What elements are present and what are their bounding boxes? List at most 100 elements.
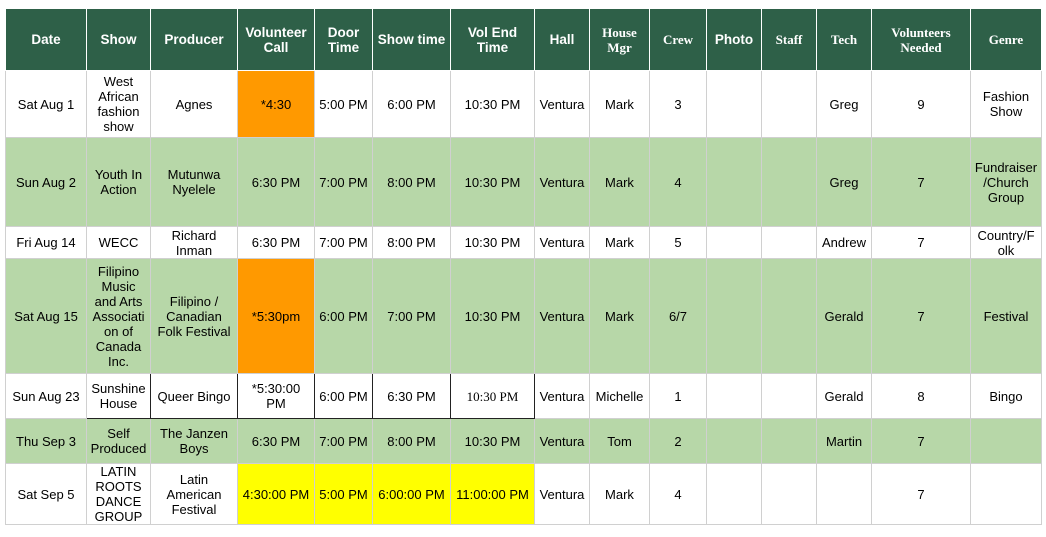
header-genre[interactable]: Genre [970, 8, 1042, 71]
cell-volunteers-needed[interactable]: 9 [871, 70, 971, 138]
cell-producer[interactable]: Queer Bingo [150, 373, 238, 419]
cell-show[interactable]: Youth In Action [86, 137, 151, 227]
cell-show[interactable]: West African fashion show [86, 70, 151, 138]
header-house-mgr[interactable]: House Mgr [589, 8, 650, 71]
cell-hall[interactable]: Ventura [534, 258, 590, 374]
cell-volunteers-needed[interactable]: 7 [871, 258, 971, 374]
cell-tech[interactable]: Greg [816, 137, 872, 227]
header-volunteer-call[interactable]: Volunteer Call [237, 8, 315, 71]
cell-genre[interactable]: Fashion Show [970, 70, 1042, 138]
cell-show-time[interactable]: 6:00 PM [372, 70, 451, 138]
cell-staff[interactable] [761, 463, 817, 525]
cell-vol-end-time[interactable]: 10:30 PM [450, 258, 535, 374]
cell-crew[interactable]: 1 [649, 373, 707, 419]
cell-volunteer-call[interactable]: 6:30 PM [237, 137, 315, 227]
cell-show[interactable]: WECC [86, 226, 151, 259]
cell-vol-end-time[interactable]: 10:30 PM [450, 373, 535, 419]
cell-photo[interactable] [706, 463, 762, 525]
cell-volunteers-needed[interactable]: 7 [871, 463, 971, 525]
cell-tech[interactable]: Andrew [816, 226, 872, 259]
cell-date[interactable]: Sat Aug 1 [5, 70, 87, 138]
cell-tech[interactable]: Gerald [816, 258, 872, 374]
cell-show-time[interactable]: 7:00 PM [372, 258, 451, 374]
cell-crew[interactable]: 4 [649, 137, 707, 227]
cell-volunteer-call[interactable]: 4:30:00 PM [237, 463, 315, 525]
cell-show-time[interactable]: 8:00 PM [372, 226, 451, 259]
cell-date[interactable]: Thu Sep 3 [5, 418, 87, 464]
header-producer[interactable]: Producer [150, 8, 238, 71]
cell-house-mgr[interactable]: Mark [589, 70, 650, 138]
cell-house-mgr[interactable]: Mark [589, 258, 650, 374]
header-date[interactable]: Date [5, 8, 87, 71]
cell-producer[interactable]: Agnes [150, 70, 238, 138]
cell-hall[interactable]: Ventura [534, 137, 590, 227]
cell-volunteers-needed[interactable]: 7 [871, 418, 971, 464]
cell-genre[interactable] [970, 418, 1042, 464]
cell-vol-end-time[interactable]: 10:30 PM [450, 418, 535, 464]
cell-door-time[interactable]: 6:00 PM [314, 258, 373, 374]
cell-show[interactable]: LATIN ROOTS DANCE GROUP [86, 463, 151, 525]
header-show-time[interactable]: Show time [372, 8, 451, 71]
cell-tech[interactable] [816, 463, 872, 525]
cell-volunteer-call[interactable]: *4:30 [237, 70, 315, 138]
cell-hall[interactable]: Ventura [534, 373, 590, 419]
cell-genre[interactable]: Festival [970, 258, 1042, 374]
cell-show[interactable]: Self Produced [86, 418, 151, 464]
cell-volunteers-needed[interactable]: 7 [871, 226, 971, 259]
cell-volunteer-call[interactable]: *5:30:00 PM [237, 373, 315, 419]
cell-date[interactable]: Sun Aug 23 [5, 373, 87, 419]
cell-crew[interactable]: 2 [649, 418, 707, 464]
cell-genre[interactable] [970, 463, 1042, 525]
header-crew[interactable]: Crew [649, 8, 707, 71]
header-vol-end-time[interactable]: Vol End Time [450, 8, 535, 71]
cell-house-mgr[interactable]: Tom [589, 418, 650, 464]
header-staff[interactable]: Staff [761, 8, 817, 71]
cell-vol-end-time[interactable]: 10:30 PM [450, 226, 535, 259]
cell-show[interactable]: Sunshine House [86, 373, 151, 419]
cell-staff[interactable] [761, 226, 817, 259]
cell-staff[interactable] [761, 418, 817, 464]
cell-genre[interactable]: Bingo [970, 373, 1042, 419]
cell-photo[interactable] [706, 137, 762, 227]
cell-show-time[interactable]: 6:00:00 PM [372, 463, 451, 525]
cell-date[interactable]: Sat Aug 15 [5, 258, 87, 374]
cell-producer[interactable]: Mutunwa Nyelele [150, 137, 238, 227]
cell-volunteers-needed[interactable]: 8 [871, 373, 971, 419]
cell-house-mgr[interactable]: Mark [589, 463, 650, 525]
cell-door-time[interactable]: 7:00 PM [314, 137, 373, 227]
cell-staff[interactable] [761, 70, 817, 138]
cell-house-mgr[interactable]: Mark [589, 226, 650, 259]
cell-photo[interactable] [706, 373, 762, 419]
cell-crew[interactable]: 6/7 [649, 258, 707, 374]
cell-staff[interactable] [761, 137, 817, 227]
cell-vol-end-time[interactable]: 10:30 PM [450, 137, 535, 227]
cell-producer[interactable]: Latin American Festival [150, 463, 238, 525]
cell-crew[interactable]: 5 [649, 226, 707, 259]
cell-volunteers-needed[interactable]: 7 [871, 137, 971, 227]
cell-tech[interactable]: Gerald [816, 373, 872, 419]
cell-house-mgr[interactable]: Michelle [589, 373, 650, 419]
cell-genre[interactable]: Fundraiser /Church Group [970, 137, 1042, 227]
cell-photo[interactable] [706, 258, 762, 374]
cell-volunteer-call[interactable]: 6:30 PM [237, 418, 315, 464]
cell-producer[interactable]: Filipino / Canadian Folk Festival [150, 258, 238, 374]
cell-house-mgr[interactable]: Mark [589, 137, 650, 227]
cell-show-time[interactable]: 8:00 PM [372, 418, 451, 464]
cell-hall[interactable]: Ventura [534, 463, 590, 525]
cell-crew[interactable]: 3 [649, 70, 707, 138]
cell-tech[interactable]: Greg [816, 70, 872, 138]
header-show[interactable]: Show [86, 8, 151, 71]
cell-show-time[interactable]: 6:30 PM [372, 373, 451, 419]
cell-staff[interactable] [761, 258, 817, 374]
cell-producer[interactable]: Richard Inman [150, 226, 238, 259]
cell-volunteer-call[interactable]: 6:30 PM [237, 226, 315, 259]
cell-date[interactable]: Sun Aug 2 [5, 137, 87, 227]
cell-genre[interactable]: Country/F olk [970, 226, 1042, 259]
cell-volunteer-call[interactable]: *5:30pm [237, 258, 315, 374]
header-tech[interactable]: Tech [816, 8, 872, 71]
cell-hall[interactable]: Ventura [534, 226, 590, 259]
cell-vol-end-time[interactable]: 11:00:00 PM [450, 463, 535, 525]
cell-hall[interactable]: Ventura [534, 418, 590, 464]
header-photo[interactable]: Photo [706, 8, 762, 71]
header-door-time[interactable]: Door Time [314, 8, 373, 71]
